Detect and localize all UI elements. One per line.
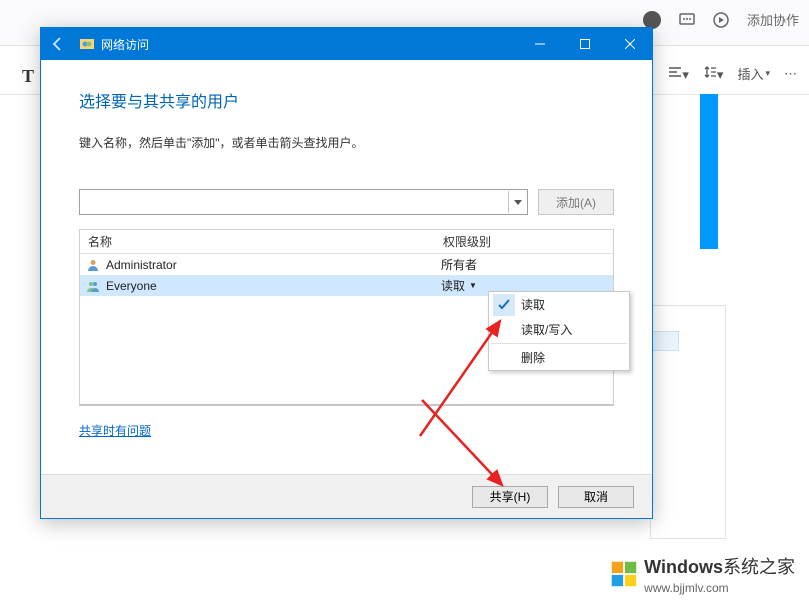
back-button[interactable] xyxy=(41,28,75,60)
windows-logo-icon xyxy=(610,560,638,588)
name-dropdown-arrow[interactable] xyxy=(508,191,527,213)
dialog-heading: 选择要与其共享的用户 xyxy=(79,88,614,112)
group-icon xyxy=(86,279,100,293)
col-name[interactable]: 名称 xyxy=(80,233,443,250)
host-blue-accent xyxy=(700,94,718,249)
check-icon xyxy=(493,294,515,316)
permission-menu: 读取 读取/写入 删除 xyxy=(488,291,630,371)
avatar[interactable] xyxy=(643,11,661,29)
dialog-title: 网络访问 xyxy=(101,36,149,53)
maximize-button[interactable] xyxy=(562,28,607,60)
row-level: 读取 xyxy=(441,277,465,294)
line-spacing-icon[interactable]: ▾ xyxy=(703,65,724,83)
name-combobox[interactable] xyxy=(79,189,528,215)
row-name: Administrator xyxy=(106,258,177,272)
col-permission[interactable]: 权限级别 xyxy=(443,233,613,250)
table-header: 名称 权限级别 xyxy=(80,230,613,254)
minimize-button[interactable] xyxy=(517,28,562,60)
host-side-panel xyxy=(650,305,726,539)
row-level: 所有者 xyxy=(441,256,477,273)
add-collab-button[interactable]: 添加协作 xyxy=(747,10,799,29)
dialog-instruction: 键入名称，然后单击"添加"，或者单击箭头查找用户。 xyxy=(79,134,614,151)
perm-option-remove[interactable]: 删除 xyxy=(489,345,629,370)
menu-separator xyxy=(491,343,627,344)
help-link[interactable]: 共享时有问题 xyxy=(79,422,151,439)
insert-menu[interactable]: 插入▾ xyxy=(737,64,770,83)
align-icon[interactable]: ▾ xyxy=(668,65,689,83)
format-T-icon[interactable]: T xyxy=(22,66,34,87)
dialog-titlebar: 网络访问 xyxy=(41,28,652,60)
perm-option-readwrite[interactable]: 读取/写入 xyxy=(489,317,629,342)
perm-option-read[interactable]: 读取 xyxy=(489,292,629,317)
close-button[interactable] xyxy=(607,28,652,60)
row-level-dropdown-arrow[interactable]: ▼ xyxy=(469,281,477,290)
dialog-footer: 共享(H) 取消 xyxy=(41,474,652,518)
chat-icon[interactable] xyxy=(679,12,695,28)
row-name: Everyone xyxy=(106,279,157,293)
name-input[interactable] xyxy=(80,191,508,213)
table-row[interactable]: Administrator 所有者 xyxy=(80,254,613,275)
watermark: Windows系统之家 www.bjjmlv.com xyxy=(610,553,795,595)
cancel-button[interactable]: 取消 xyxy=(558,486,634,508)
play-icon[interactable] xyxy=(713,12,729,28)
user-icon xyxy=(86,258,100,272)
more-icon[interactable]: ⋯ xyxy=(784,66,797,82)
add-button[interactable]: 添加(A) xyxy=(538,189,614,215)
dialog-app-icon xyxy=(79,36,95,52)
share-button[interactable]: 共享(H) xyxy=(472,486,548,508)
network-access-dialog: 网络访问 选择要与其共享的用户 键入名称，然后单击"添加"，或者单击箭头查找用户… xyxy=(40,27,653,519)
